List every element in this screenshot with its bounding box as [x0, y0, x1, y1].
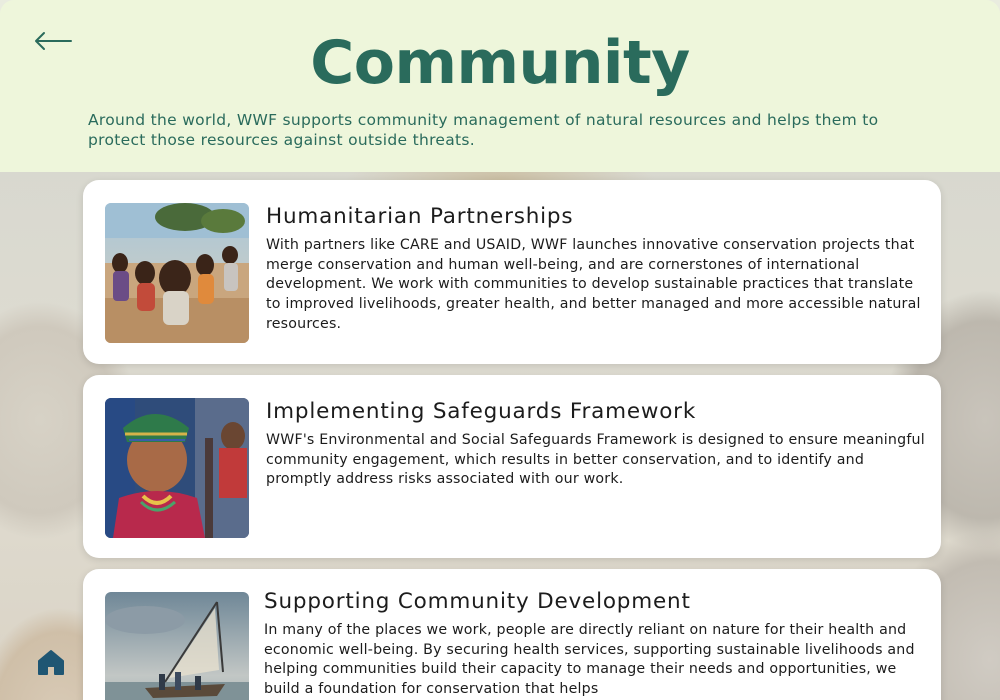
- page-title: Community: [310, 28, 690, 98]
- card-image-children: [105, 203, 249, 343]
- home-icon: [38, 650, 64, 675]
- card-image-boat: [105, 592, 249, 700]
- card-supporting-community-development[interactable]: Supporting Community Development In many…: [83, 569, 941, 700]
- card-title: Implementing Safeguards Framework: [266, 399, 697, 424]
- page-header: Community Around the world, WWF supports…: [0, 0, 1000, 172]
- home-button[interactable]: [34, 645, 68, 679]
- card-humanitarian-partnerships[interactable]: Humanitarian Partnerships With partners …: [83, 180, 941, 364]
- card-text: In many of the places we work, people ar…: [264, 622, 915, 698]
- card-implementing-safeguards[interactable]: Implementing Safeguards Framework WWF's …: [83, 375, 941, 558]
- card-text: With partners like CARE and USAID, WWF l…: [266, 237, 921, 332]
- card-title: Humanitarian Partnerships: [266, 204, 574, 229]
- page-intro: Around the world, WWF supports community…: [88, 111, 879, 149]
- card-title: Supporting Community Development: [264, 589, 691, 614]
- card-image-woman: [105, 398, 249, 538]
- card-text: WWF's Environmental and Social Safeguard…: [266, 432, 925, 488]
